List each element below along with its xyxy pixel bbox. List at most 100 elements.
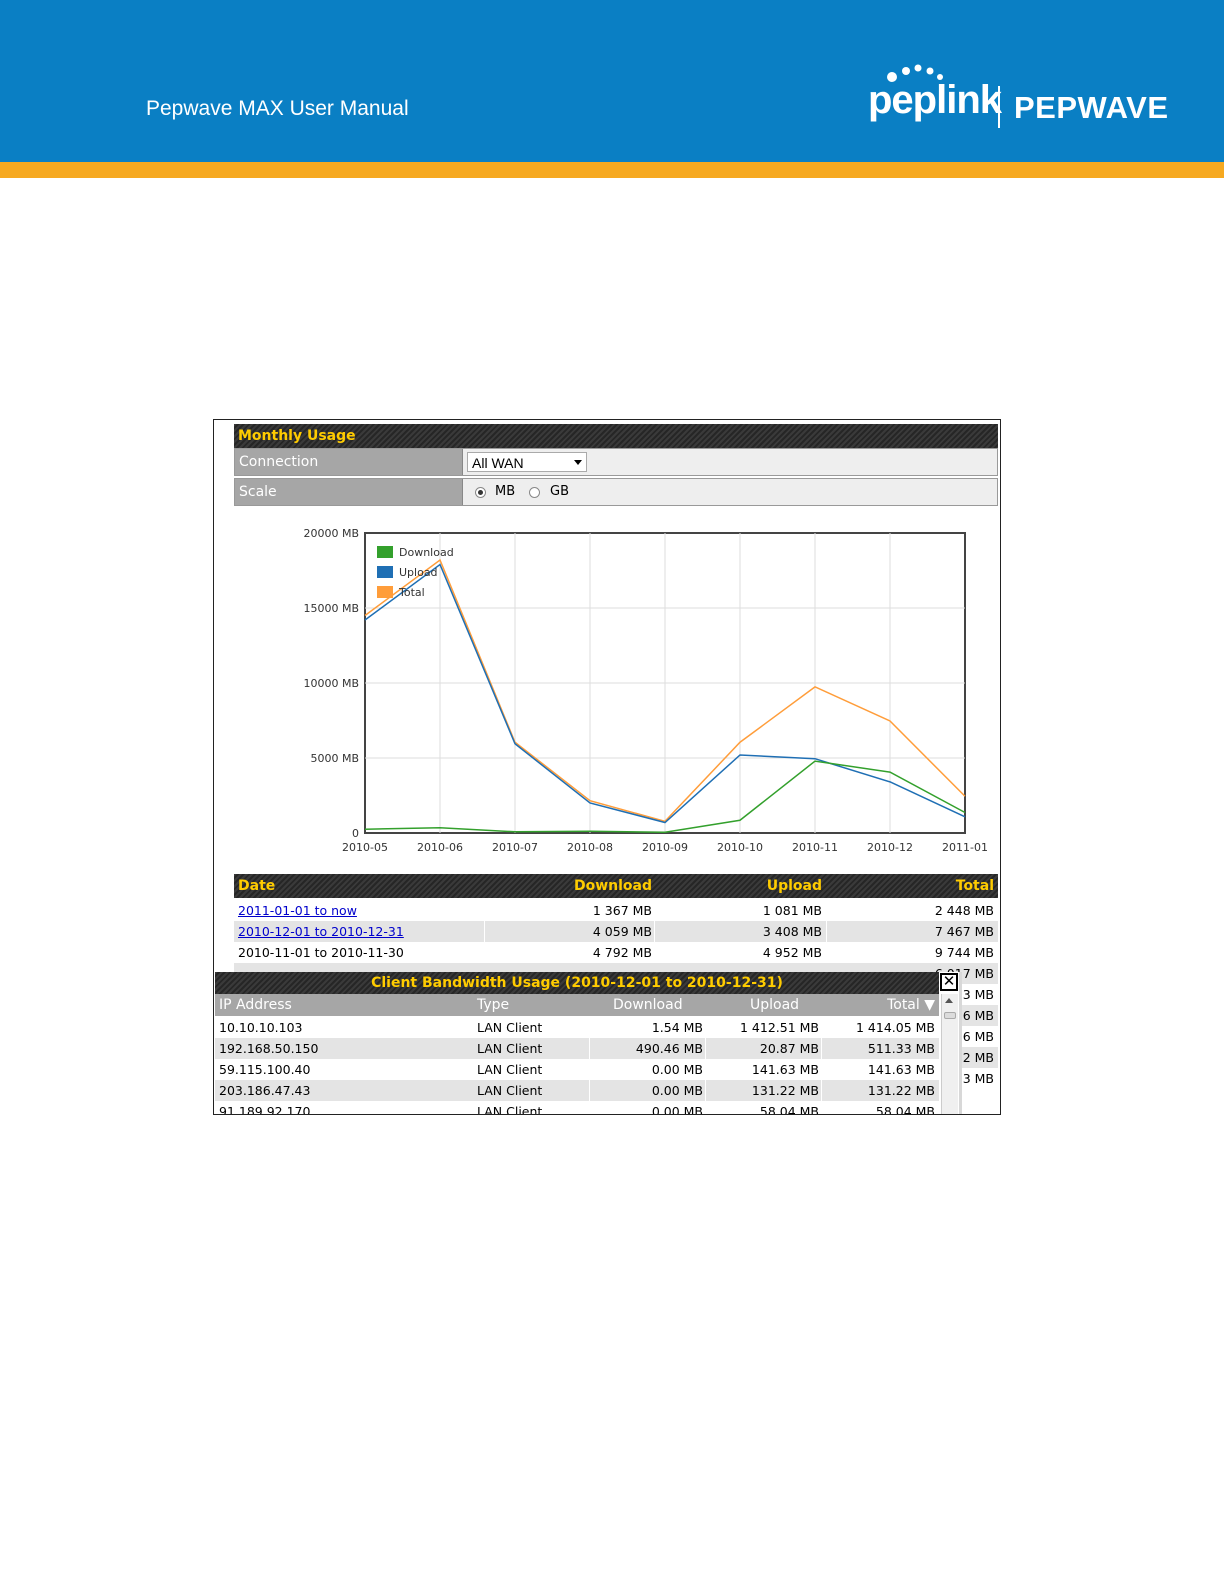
scale-gb-radio[interactable]: [529, 487, 540, 498]
monthly-row-total: 7 467 MB: [934, 924, 994, 939]
connection-select[interactable]: All WAN: [467, 452, 587, 472]
col-upload: Upload: [766, 878, 822, 894]
y-tick-label: 15000 MB: [303, 602, 359, 615]
column-divider: [589, 1080, 590, 1101]
monthly-row-upload: 1 081 MB: [762, 903, 822, 918]
x-tick-label: 2010-11: [792, 841, 838, 854]
client-bandwidth-popup: Client Bandwidth Usage (2010-12-01 to 20…: [215, 972, 962, 1115]
x-tick-label: 2010-12: [867, 841, 913, 854]
column-divider: [826, 921, 827, 942]
legend-swatch-download: [377, 546, 393, 558]
brand-logo: peplink PEPWAVE: [868, 64, 1188, 134]
y-tick-label: 5000 MB: [310, 752, 359, 765]
connection-label: Connection: [235, 449, 463, 475]
col-upload[interactable]: Upload: [750, 997, 799, 1013]
client-total: 511.33 MB: [867, 1041, 935, 1056]
scroll-up-icon[interactable]: [945, 998, 953, 1003]
monthly-row-download: 4 792 MB: [592, 945, 652, 960]
client-upload: 58.04 MB: [759, 1104, 819, 1115]
col-download: Download: [573, 878, 652, 894]
client-upload: 20.87 MB: [759, 1041, 819, 1056]
client-download: 0.00 MB: [651, 1104, 703, 1115]
client-row: 203.186.47.43 LAN Client 0.00 MB 131.22 …: [215, 1080, 939, 1101]
client-row: 10.10.10.103 LAN Client 1.54 MB 1 412.51…: [215, 1017, 939, 1038]
popup-scrollbar[interactable]: [941, 994, 958, 1114]
monthly-usage-chart: 20000 MB 15000 MB 10000 MB 5000 MB 0 2010-05…: [303, 527, 988, 854]
scale-mb-radio[interactable]: [475, 487, 486, 498]
x-axis-ticks: 2010-05 2010-06 2010-07 2010-08 2010-09 2010-…: [342, 841, 988, 854]
y-axis-ticks: 20000 MB 15000 MB 10000 MB 5000 MB 0: [303, 527, 359, 840]
client-type: LAN Client: [477, 1104, 543, 1115]
monthly-row: 2011-01-01 to now 1 367 MB 1 081 MB 2 44…: [234, 900, 998, 921]
legend-label-total: Total: [398, 586, 425, 599]
legend-swatch-upload: [377, 566, 393, 578]
client-total: 141.63 MB: [867, 1062, 935, 1077]
monthly-row-upload: 3 408 MB: [762, 924, 822, 939]
popup-column-header: IP Address Type Download Upload Total ▼: [215, 994, 939, 1016]
client-row: 91.189.92.170 LAN Client 0.00 MB 58.04 M…: [215, 1101, 939, 1115]
client-download: 0.00 MB: [651, 1062, 703, 1077]
legend-swatch-total: [377, 586, 393, 598]
monthly-row-total: 3 MB: [962, 987, 994, 1002]
brand-peplink: peplink: [868, 78, 1002, 122]
brand-separator: [998, 86, 1000, 128]
client-ip: 203.186.47.43: [219, 1083, 311, 1098]
column-divider: [705, 1080, 706, 1101]
monthly-row-total: 6 MB: [962, 1029, 994, 1044]
client-download: 490.46 MB: [635, 1041, 703, 1056]
client-total: 131.22 MB: [867, 1083, 935, 1098]
monthly-row-upload: 4 952 MB: [762, 945, 822, 960]
monthly-row-total: 3 MB: [962, 1071, 994, 1086]
col-total: Total: [955, 878, 994, 894]
column-divider: [705, 1038, 706, 1059]
client-ip: 91.189.92.170: [219, 1104, 311, 1115]
client-row: 192.168.50.150 LAN Client 490.46 MB 20.8…: [215, 1038, 939, 1059]
monthly-row-download: 1 367 MB: [592, 903, 652, 918]
scale-row: Scale MB GB: [234, 478, 998, 506]
monthly-row-total: 2 MB: [962, 1050, 994, 1065]
close-icon[interactable]: ✕: [940, 973, 958, 991]
x-tick-label: 2010-07: [492, 841, 538, 854]
column-divider: [821, 1080, 822, 1101]
legend-label-upload: Upload: [399, 566, 438, 579]
brand-pepwave: PEPWAVE: [1014, 90, 1169, 125]
monthly-row-date: 2010-11-01 to 2010-11-30: [238, 945, 404, 960]
scroll-thumb[interactable]: [944, 1012, 956, 1019]
column-divider: [484, 921, 485, 942]
client-upload: 131.22 MB: [751, 1083, 819, 1098]
scale-label: Scale: [235, 479, 463, 505]
client-upload: 141.63 MB: [751, 1062, 819, 1077]
monthly-usage-screenshot: Monthly Usage Connection All WAN Scale M…: [213, 419, 1001, 1115]
x-tick-label: 2011-01: [942, 841, 988, 854]
col-total-sorted[interactable]: Total ▼: [887, 997, 935, 1013]
client-download: 1.54 MB: [651, 1020, 703, 1035]
client-upload: 1 412.51 MB: [740, 1020, 819, 1035]
connection-select-value: All WAN: [472, 455, 524, 471]
client-type: LAN Client: [477, 1062, 543, 1077]
x-tick-label: 2010-09: [642, 841, 688, 854]
client-total: 1 414.05 MB: [856, 1020, 935, 1035]
monthly-row-download: 4 059 MB: [592, 924, 652, 939]
scale-mb-label: MB: [495, 484, 516, 499]
monthly-usage-header: Monthly Usage: [234, 424, 998, 448]
column-divider: [821, 1038, 822, 1059]
client-ip: 10.10.10.103: [219, 1020, 303, 1035]
monthly-row: 2010-12-01 to 2010-12-31 4 059 MB 3 408 …: [234, 921, 998, 942]
client-type: LAN Client: [477, 1041, 543, 1056]
x-tick-label: 2010-05: [342, 841, 388, 854]
popup-title: Client Bandwidth Usage (2010-12-01 to 20…: [215, 972, 939, 994]
monthly-row-total: 6 MB: [962, 1008, 994, 1023]
col-type[interactable]: Type: [477, 997, 509, 1013]
monthly-row-date-link[interactable]: 2010-12-01 to 2010-12-31: [238, 924, 404, 939]
x-tick-label: 2010-06: [417, 841, 463, 854]
x-tick-label: 2010-08: [567, 841, 613, 854]
monthly-row-date-link[interactable]: 2011-01-01 to now: [238, 903, 357, 918]
y-tick-label: 20000 MB: [303, 527, 359, 540]
col-download[interactable]: Download: [613, 997, 683, 1013]
client-download: 0.00 MB: [651, 1083, 703, 1098]
x-tick-label: 2010-10: [717, 841, 763, 854]
chevron-down-icon: [574, 460, 582, 465]
monthly-table-header: Date Download Upload Total: [234, 874, 998, 898]
y-tick-label: 10000 MB: [303, 677, 359, 690]
col-ip-address[interactable]: IP Address: [219, 997, 292, 1013]
